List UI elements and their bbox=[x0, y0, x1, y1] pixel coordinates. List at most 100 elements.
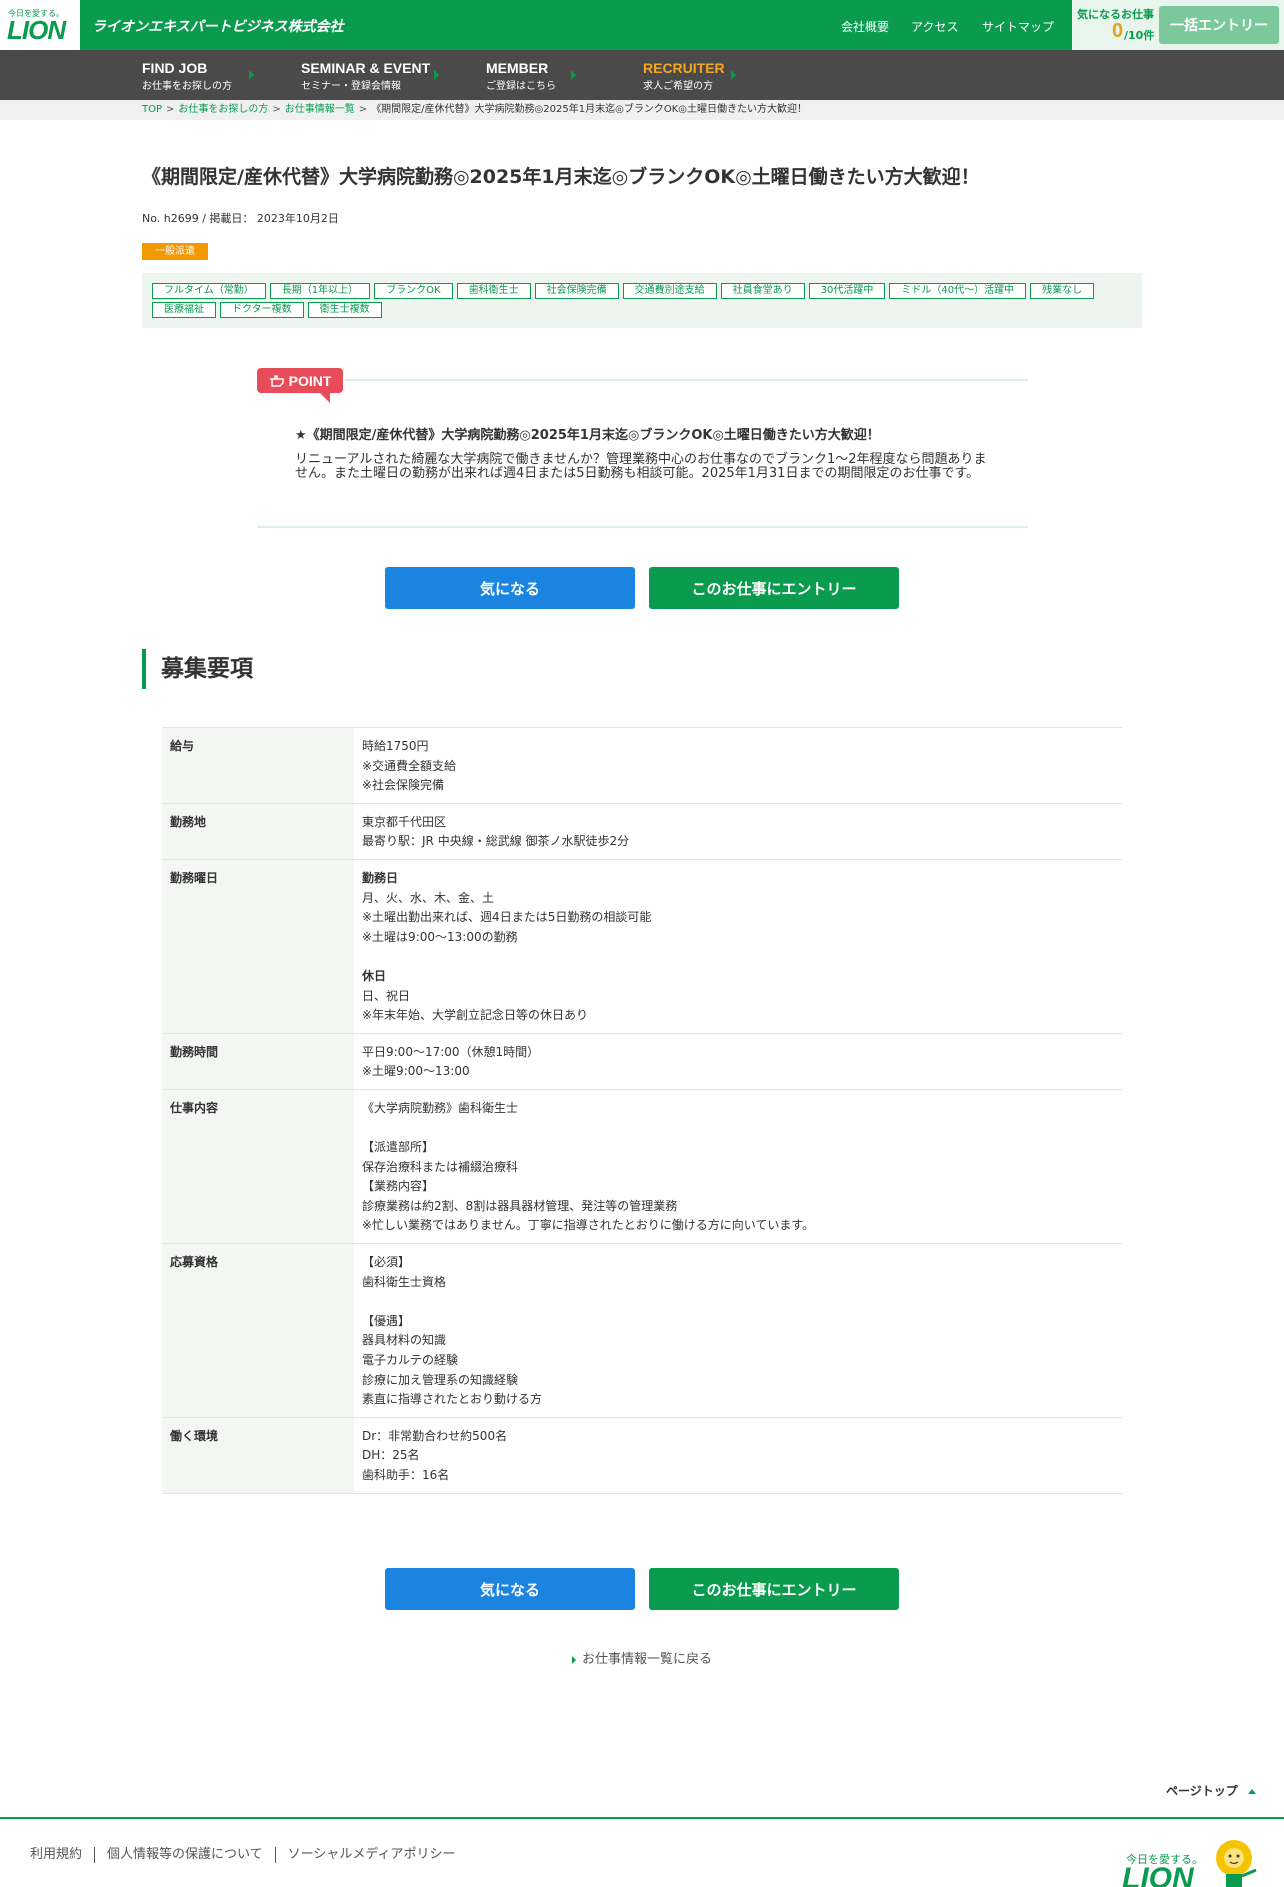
requirement-line: 【派遣部所】 bbox=[362, 1140, 435, 1155]
requirement-line: 東京都千代田区 bbox=[362, 814, 447, 829]
table-row: 応募資格 【必須】 歯科衛生士資格 【優遇】 器具材料の知識 電子カルテの経験 診療に加え管… bbox=[162, 1243, 1122, 1418]
entry-button[interactable]: このお仕事にエントリー bbox=[649, 567, 899, 609]
requirement-line: ※社会保険完備 bbox=[362, 778, 445, 793]
site-header: 今日を愛する。 LION ライオンエキスパートビジネス株式会社 会社概要 アクセ… bbox=[0, 0, 1284, 50]
job-tag[interactable]: ブランクOK bbox=[374, 283, 453, 299]
requirement-line: ※土曜は9:00〜13:00の勤務 bbox=[362, 929, 518, 944]
favorite-button-bottom[interactable]: 気になる bbox=[385, 1568, 635, 1610]
requirement-line: 最寄り駅：JR 中央線・総武線 御茶ノ水駅徒歩2分 bbox=[362, 834, 630, 849]
job-tag[interactable]: 歯科衛生士 bbox=[456, 283, 531, 299]
requirement-line: 時給1750円 bbox=[362, 739, 429, 753]
nav-find-job[interactable]: FIND JOB お仕事をお探しの方 bbox=[142, 60, 232, 92]
requirement-value: 平日9:00〜17:00（休憩1時間） ※土曜9:00〜13:00 bbox=[354, 1032, 1122, 1090]
job-meta: No. h2699 / 掲載日： 2023年10月2日 bbox=[142, 212, 339, 225]
requirement-line: 《大学病院勤務》歯科衛生士 bbox=[362, 1100, 519, 1115]
footer-link-terms[interactable]: 利用規約 bbox=[30, 1847, 82, 1862]
requirement-line: Dr：非常勤合わせ約500名 bbox=[362, 1428, 508, 1443]
job-tag[interactable]: ミドル（40代〜）活躍中 bbox=[889, 283, 1027, 299]
header-link-sitemap[interactable]: サイトマップ bbox=[982, 18, 1054, 35]
job-tag[interactable]: 30代活躍中 bbox=[808, 283, 886, 299]
nav-recruiter[interactable]: RECRUITER 求人ご希望の方 bbox=[643, 60, 725, 92]
footer-link-privacy[interactable]: 個人情報等の保護について bbox=[107, 1847, 263, 1862]
requirement-line: 保存治療科または補綴治療科 bbox=[362, 1159, 519, 1174]
nav-arrow-icon bbox=[249, 70, 254, 80]
requirement-line: 平日9:00〜17:00（休憩1時間） bbox=[362, 1044, 540, 1059]
footer-links: 利用規約 個人情報等の保護について ソーシャルメディアポリシー bbox=[30, 1843, 455, 1863]
job-tag[interactable]: ドクター複数 bbox=[220, 302, 304, 318]
requirement-value: 《大学病院勤務》歯科衛生士 【派遣部所】 保存治療科または補綴治療科 【業務内容】 診療… bbox=[354, 1088, 1122, 1245]
bulk-entry-button[interactable]: 一括エントリー bbox=[1159, 6, 1279, 44]
favorite-button[interactable]: 気になる bbox=[385, 567, 635, 609]
job-tag[interactable]: 社会保険完備 bbox=[534, 283, 619, 299]
requirement-line: ※忙しい業務ではありません。丁寧に指導されたとおりに働ける方に向いています。 bbox=[362, 1218, 815, 1233]
nav-find-job-title: FIND JOB bbox=[142, 60, 208, 76]
requirement-line: DH：25名 bbox=[362, 1448, 420, 1463]
breadcrumb-top[interactable]: TOP bbox=[142, 104, 162, 115]
nav-seminar-title: SEMINAR & EVENT bbox=[301, 60, 431, 76]
header-link-company[interactable]: 会社概要 bbox=[841, 18, 889, 35]
back-to-list-label: お仕事情報一覧に戻る bbox=[582, 1652, 713, 1667]
point-body: リニューアルされた綺麗な大学病院で働きませんか？管理業務中心のお仕事なのでブラン… bbox=[295, 452, 987, 481]
breadcrumb-job-list[interactable]: お仕事情報一覧 bbox=[285, 104, 355, 115]
requirement-label: 働く環境 bbox=[162, 1416, 354, 1494]
breadcrumb-separator: > bbox=[272, 104, 281, 115]
table-row: 勤務地 東京都千代田区 最寄り駅：JR 中央線・総武線 御茶ノ水駅徒歩2分 bbox=[162, 802, 1122, 860]
job-tags: フルタイム（常勤） 長期（1年以上） ブランクOK 歯科衛生士 社会保険完備 交通費別途支… bbox=[142, 273, 1142, 328]
requirement-line: ※土曜出勤出来れば、週4日または5日勤務の相談可能 bbox=[362, 910, 652, 925]
section-title: 募集要項 bbox=[142, 649, 253, 689]
pointing-hand-icon bbox=[269, 374, 284, 387]
requirement-line: 電子カルテの経験 bbox=[362, 1353, 459, 1368]
requirement-line: 【必須】 bbox=[362, 1255, 411, 1270]
page-top-label: ページトップ bbox=[1166, 1784, 1238, 1798]
requirement-line: 歯科助手：16名 bbox=[362, 1468, 450, 1482]
company-name[interactable]: ライオンエキスパートビジネス株式会社 bbox=[92, 16, 344, 36]
requirement-label: 仕事内容 bbox=[162, 1088, 354, 1245]
requirement-value: 【必須】 歯科衛生士資格 【優遇】 器具材料の知識 電子カルテの経験 診療に加え管理系の知… bbox=[354, 1243, 1122, 1418]
breadcrumb-separator: > bbox=[358, 104, 368, 115]
requirement-value: Dr：非常勤合わせ約500名 DH：25名歯科助手：16名 bbox=[354, 1416, 1122, 1494]
requirement-label: 応募資格 bbox=[162, 1243, 354, 1418]
requirement-line: 診療に加え管理系の知識経験 bbox=[362, 1372, 519, 1387]
employment-type-badge: 一般派遣 bbox=[142, 243, 208, 260]
requirement-label: 給与 bbox=[162, 727, 354, 804]
header-link-access[interactable]: アクセス bbox=[911, 18, 958, 35]
table-row: 働く環境 Dr：非常勤合わせ約500名 DH：25名歯科助手：16名 bbox=[162, 1416, 1122, 1494]
requirement-line: 【優遇】 bbox=[362, 1313, 411, 1328]
page-top-link[interactable]: ページトップ bbox=[1166, 1782, 1256, 1799]
nav-arrow-icon bbox=[571, 70, 576, 80]
back-to-list-link[interactable]: お仕事情報一覧に戻る bbox=[572, 1648, 712, 1667]
arrow-up-icon bbox=[1247, 1789, 1256, 1794]
lion-mascot-icon bbox=[1216, 1840, 1257, 1887]
favorites-count: 0 bbox=[1112, 20, 1124, 42]
point-badge: POINT bbox=[257, 368, 343, 393]
footer-separator bbox=[274, 1846, 276, 1863]
table-row: 勤務時間 平日9:00〜17:00（休憩1時間） ※土曜9:00〜13:00 bbox=[162, 1032, 1122, 1090]
breadcrumb-find-job[interactable]: お仕事をお探しの方 bbox=[178, 104, 268, 115]
job-tag[interactable]: 長期（1年以上） bbox=[269, 283, 371, 299]
job-tag[interactable]: 残業なし bbox=[1030, 283, 1095, 299]
lion-logo[interactable]: 今日を愛する。 LION bbox=[0, 0, 80, 50]
favorites-max: /10件 bbox=[1124, 29, 1155, 42]
job-tag[interactable]: 衛生士複数 bbox=[307, 302, 382, 318]
job-tag[interactable]: 交通費別途支給 bbox=[622, 283, 717, 299]
requirements-table: 給与 時給1750円 ※交通費全額支給 ※社会保険完備 勤務地 東京都千代田区 最寄り駅：J… bbox=[162, 727, 1122, 1494]
footer-link-social[interactable]: ソーシャルメディアポリシー bbox=[288, 1847, 456, 1862]
requirement-value: 勤務日 月、火、水、木、金、土 ※土曜出勤出来れば、週4日または5日勤務の相談可能 ※… bbox=[354, 858, 1122, 1034]
requirement-subheading: 休日 bbox=[362, 968, 387, 983]
nav-member[interactable]: MEMBER ご登録はこちら bbox=[486, 60, 556, 92]
job-tag[interactable]: 社員食堂あり bbox=[720, 283, 805, 299]
nav-arrow-icon bbox=[731, 70, 736, 80]
entry-button-bottom[interactable]: このお仕事にエントリー bbox=[649, 1568, 899, 1610]
table-row: 勤務曜日 勤務日 月、火、水、木、金、土 ※土曜出勤出来れば、週4日または5日勤務の相… bbox=[162, 858, 1122, 1034]
footer-separator bbox=[94, 1846, 96, 1863]
job-tag[interactable]: 医療福祉 bbox=[152, 302, 216, 318]
requirement-line: ※交通費全額支給 bbox=[362, 758, 457, 773]
requirement-line: 歯科衛生士資格 bbox=[362, 1274, 447, 1289]
requirement-subheading: 勤務日 bbox=[362, 870, 399, 885]
job-tag[interactable]: フルタイム（常勤） bbox=[152, 283, 266, 299]
nav-seminar[interactable]: SEMINAR & EVENT セミナー・登録会情報 bbox=[301, 60, 430, 92]
requirement-line: 素直に指導されたとおり動ける方 bbox=[362, 1392, 543, 1407]
footer-logo[interactable]: 今日を愛する。 LION bbox=[1120, 1836, 1270, 1887]
